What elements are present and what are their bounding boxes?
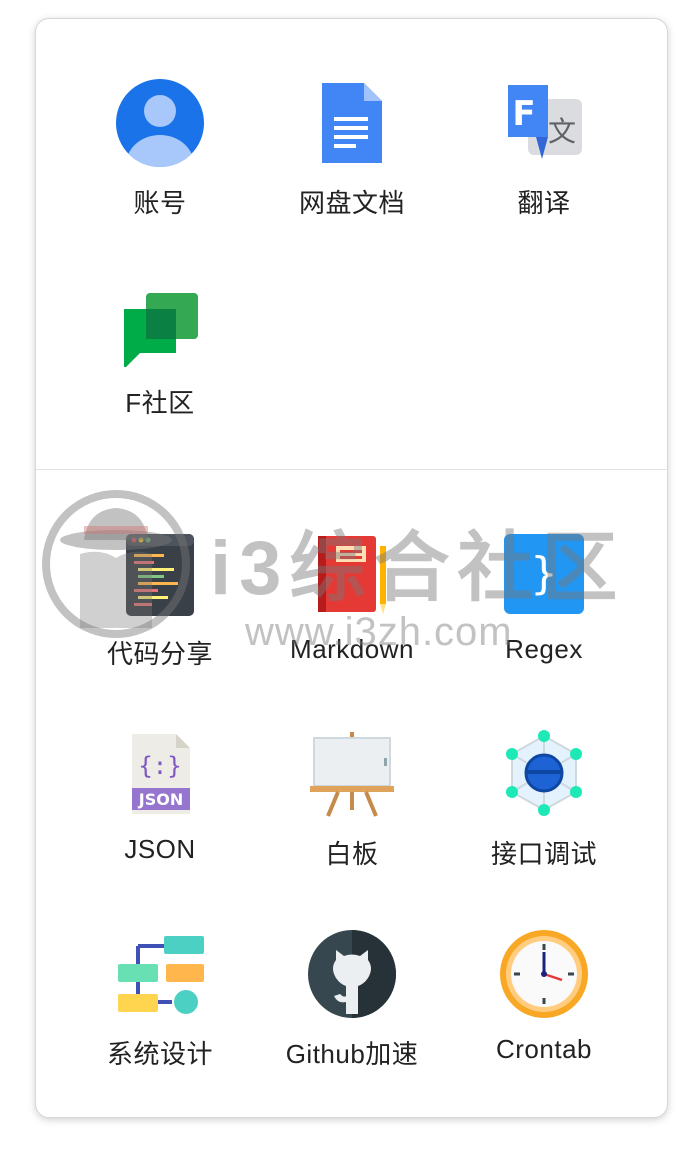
app-account[interactable]: 账号 [64,69,256,229]
svg-text:F: F [512,94,535,134]
app-launcher-panel: 账号 网盘文档 文 F 翻译 F社区 代码分享 Markdown} Regex… [35,18,668,1118]
app-label: 系统设计 [106,1039,213,1069]
app-crontab[interactable]: Crontab [448,920,640,1080]
app-system-design[interactable]: 系统设计 [64,920,256,1080]
account-icon [116,79,204,167]
whiteboard-icon [308,730,396,818]
app-json[interactable]: {:} JSON JSON [64,720,256,880]
app-regex[interactable]: } Regex [448,520,640,680]
app-translate[interactable]: 文 F 翻译 [448,69,640,229]
svg-text:JSON: JSON [138,790,183,809]
app-group-primary: 账号 网盘文档 文 F 翻译 F社区 [36,19,667,469]
markdown-icon [308,530,396,618]
system-design-icon [116,930,204,1018]
app-code-share[interactable]: 代码分享 [64,520,256,680]
app-group-tools: 代码分享 Markdown } Regex {:} JSON JSON 白板 接… [36,470,667,1117]
app-label: Crontab [496,1034,592,1064]
app-label: Regex [505,634,583,664]
app-github[interactable]: Github加速 [256,920,448,1080]
github-icon [308,930,396,1018]
app-label: 白板 [325,839,379,869]
code-share-icon [116,530,204,618]
app-label: 账号 [133,188,187,218]
svg-text:}: } [531,548,558,599]
app-docs[interactable]: 网盘文档 [256,69,448,229]
app-label: Github加速 [285,1039,419,1069]
translate-icon: 文 F [500,79,588,167]
json-icon: {:} JSON [116,730,204,818]
svg-text:{:}: {:} [138,752,181,780]
api-debug-icon [500,730,588,818]
clock-icon [500,930,588,1018]
app-label: Markdown [290,634,414,664]
chat-icon [116,279,204,367]
app-label: 网盘文档 [298,188,405,218]
app-label: 翻译 [517,188,571,218]
regex-icon: } [500,530,588,618]
app-label: 接口调试 [490,839,597,869]
app-label: F社区 [125,388,195,418]
app-label: JSON [124,834,196,864]
app-markdown[interactable]: Markdown [256,520,448,680]
app-label: 代码分享 [106,639,213,669]
docs-icon [308,79,396,167]
app-community[interactable]: F社区 [64,269,256,429]
app-api-debug[interactable]: 接口调试 [448,720,640,880]
app-whiteboard[interactable]: 白板 [256,720,448,880]
svg-text:文: 文 [548,115,576,148]
